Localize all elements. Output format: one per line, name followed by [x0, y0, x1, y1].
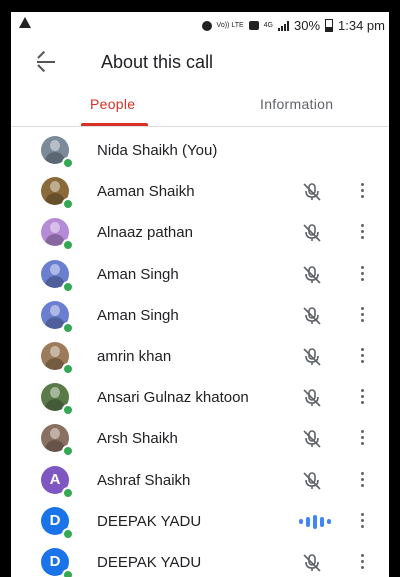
participant-name: Aaman Shaikh	[97, 183, 195, 201]
tab-indicator	[81, 123, 148, 126]
more-options-icon[interactable]	[361, 306, 365, 323]
battery-icon	[325, 19, 334, 32]
online-status-dot	[62, 527, 74, 540]
avatar	[41, 136, 74, 169]
participant-row[interactable]: Aman Singh	[11, 254, 389, 295]
clock: 1:34 pm	[338, 18, 385, 33]
avatar	[41, 177, 74, 211]
warning-icon	[19, 17, 31, 28]
online-status-dot	[62, 198, 74, 211]
avatar: D	[41, 547, 74, 577]
mic-off-icon[interactable]	[301, 387, 323, 409]
screen: Vo)) LTE 4G 30% 1:34 pm About this call …	[11, 12, 389, 577]
participant-row[interactable]: Ansari Gulnaz khatoon	[11, 377, 389, 418]
back-arrow-icon[interactable]	[35, 50, 59, 73]
avatar	[41, 259, 74, 293]
participant-name: Ashraf Shaikh	[97, 471, 191, 489]
participant-row[interactable]: A Ashraf Shaikh	[11, 460, 389, 501]
network-icon: 4G	[263, 22, 273, 29]
participant-name: amrin khan	[97, 347, 172, 365]
more-options-icon[interactable]	[361, 347, 365, 364]
more-options-icon[interactable]	[361, 430, 365, 446]
participant-name: Aman Singh	[97, 265, 179, 283]
avatar: D	[41, 506, 74, 540]
tab-information[interactable]: Information	[260, 96, 333, 112]
online-status-dot	[62, 445, 74, 458]
mic-off-icon[interactable]	[301, 428, 323, 450]
avatar	[41, 300, 74, 334]
online-status-dot	[62, 404, 74, 417]
online-status-dot	[62, 362, 74, 375]
participant-name: Ansari Gulnaz khatoon	[97, 389, 249, 407]
online-status-dot	[62, 486, 74, 499]
online-status-dot	[62, 239, 74, 252]
more-options-icon[interactable]	[361, 224, 365, 240]
participant-row[interactable]: Arsh Shaikh	[11, 418, 389, 459]
participant-row[interactable]: Nida Shaikh (You)	[11, 130, 389, 171]
online-status-dot	[62, 568, 74, 577]
avatar	[41, 218, 74, 252]
participant-row[interactable]: Aman Singh	[11, 295, 389, 336]
signal-icon	[277, 20, 289, 31]
participant-list: Nida Shaikh (You) Aaman Shaikh Alnaaz path…	[11, 130, 389, 577]
participant-name: DEEPAK YADU	[97, 553, 202, 571]
alarm-icon	[201, 20, 212, 31]
status-bar: Vo)) LTE 4G 30% 1:34 pm	[11, 12, 389, 38]
participant-row[interactable]: Alnaaz pathan	[11, 212, 389, 253]
cast-icon	[248, 21, 259, 30]
page-title: About this call	[101, 52, 214, 72]
online-status-dot	[62, 280, 74, 293]
participant-row[interactable]: D DEEPAK YADU	[11, 501, 389, 542]
mic-off-icon[interactable]	[301, 346, 323, 368]
tab-people[interactable]: People	[90, 96, 135, 112]
participant-row[interactable]: D DEEPAK YADU	[11, 542, 389, 577]
participant-name: Alnaaz pathan	[97, 224, 193, 242]
top-app-bar: About this call	[11, 38, 389, 88]
more-options-icon[interactable]	[361, 389, 365, 405]
mic-off-icon[interactable]	[301, 222, 323, 244]
mic-off-icon[interactable]	[301, 470, 323, 492]
mic-off-icon[interactable]	[301, 552, 323, 574]
more-options-icon[interactable]	[361, 183, 365, 199]
avatar	[41, 424, 74, 458]
mic-off-icon[interactable]	[301, 305, 323, 327]
avatar	[41, 341, 74, 375]
avatar	[41, 383, 74, 417]
battery-percent: 30%	[293, 18, 321, 33]
participant-row[interactable]: Aaman Shaikh	[11, 171, 389, 212]
more-options-icon[interactable]	[361, 471, 365, 488]
volte-icon: Vo)) LTE	[216, 22, 244, 29]
participant-name: Aman Singh	[97, 306, 179, 324]
online-status-dot	[62, 157, 74, 169]
participant-name: DEEPAK YADU	[97, 512, 202, 530]
more-options-icon[interactable]	[361, 553, 365, 570]
tab-bar: People Information	[11, 88, 389, 127]
avatar: A	[41, 465, 74, 499]
participant-name: Arsh Shaikh	[97, 430, 178, 448]
mic-off-icon[interactable]	[301, 264, 323, 286]
mic-off-icon[interactable]	[301, 181, 323, 203]
speaking-indicator-icon	[299, 514, 331, 529]
more-options-icon[interactable]	[361, 265, 365, 282]
participant-name: Nida Shaikh (You)	[97, 142, 218, 159]
more-options-icon[interactable]	[361, 512, 365, 529]
participant-row[interactable]: amrin khan	[11, 336, 389, 377]
online-status-dot	[62, 321, 74, 334]
